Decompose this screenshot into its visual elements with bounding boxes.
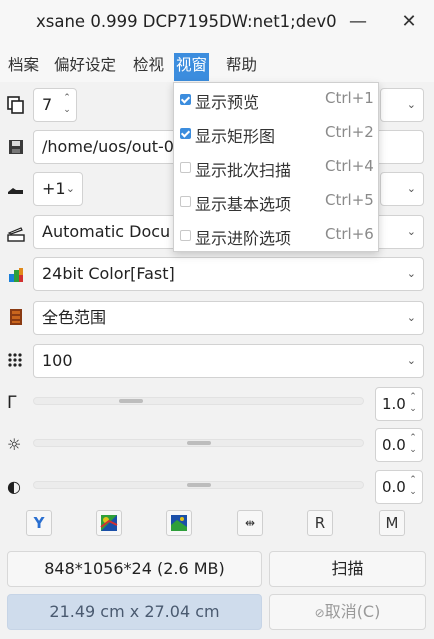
auto-enhance-button[interactable] [96,510,122,536]
restore-button[interactable]: R [307,510,333,536]
step-value: +1 [42,179,66,198]
menu-item-shortcut: Ctrl+4 [325,157,374,175]
contrast-stepper[interactable]: ⌃ ⌄ [407,474,419,500]
menu-item-shortcut: Ctrl+5 [325,191,374,209]
chevron-down-icon: ⌄ [406,182,416,195]
checkbox-icon [180,162,191,173]
cancel-button[interactable]: ⊘取消(C) [269,594,426,630]
menu-item-shortcut: Ctrl+2 [325,123,374,141]
color-range-icon [10,309,22,325]
xsane-window: xsane 0.999 DCP7195DW:net1;dev0 — ✕ 档案 偏… [0,0,434,639]
menu-item-label: 显示预览 [195,93,260,112]
scan-button[interactable]: 扫描 [269,551,426,587]
brightness-value-input[interactable]: 0.0 ⌃ ⌄ [375,428,423,462]
close-button[interactable]: ✕ [397,10,421,34]
color-range-value: 全色范围 [42,308,107,327]
cancel-icon: ⊘ [314,606,325,620]
default-image-icon [171,515,187,531]
contrast-value: 0.0 [382,478,406,496]
color-mode-icon [9,268,23,282]
resolution-value: 100 [42,351,73,370]
menu-file[interactable]: 档案 [6,53,41,81]
gamma-slider[interactable] [33,397,364,405]
menu-window[interactable]: 视窗 [174,53,210,81]
gamma-icon: Γ [7,393,17,413]
floppy-save-icon[interactable] [7,138,25,156]
menu-item-shortcut: Ctrl+6 [325,225,374,243]
menu-preferences[interactable]: 偏好设定 [52,53,118,81]
color-range-combo[interactable]: 全色范围 ⌄ [33,301,424,335]
step-increment-icon [8,188,23,194]
chevron-down-icon: ⌄ [406,267,416,280]
gamma-value: 1.0 [382,395,406,413]
minimize-button[interactable]: — [346,10,370,34]
step-combo[interactable]: +1 ⌄ [33,172,83,206]
menu-item-label: 显示矩形图 [195,127,276,146]
contrast-slider[interactable] [33,481,364,489]
enhance-image-icon [100,515,118,531]
checkbox-icon [180,128,191,139]
step-option-combo[interactable]: ⌄ [380,172,424,206]
scanner-source-icon [7,227,25,242]
menu-item-show-preview[interactable]: 显示预览 Ctrl+1 [174,83,378,117]
brightness-value: 0.0 [382,436,406,454]
dimensions-label: 21.49 cm x 27.04 cm [7,594,262,630]
menu-item-label: 显示批次扫描 [195,161,292,180]
menu-bar: 档案 偏好设定 检视 视窗 帮助 [0,46,434,82]
copies-option-combo[interactable]: ⌄ [380,88,424,122]
copies-value: 7 [42,95,53,114]
negative-toggle-button[interactable]: ⇹ [237,510,263,536]
gamma-slider-handle[interactable] [119,399,143,403]
gamma-stepper[interactable]: ⌃ ⌄ [407,391,419,417]
menu-item-show-advanced-options[interactable]: 显示进阶选项 Ctrl+6 [174,219,378,253]
copies-spinbox[interactable]: 7 ⌃ ⌄ [33,88,77,122]
menu-item-shortcut: Ctrl+1 [325,89,374,107]
window-title: xsane 0.999 DCP7195DW:net1;dev0 [36,12,337,31]
store-button[interactable]: M [379,510,405,536]
copies-icon [7,96,24,114]
contrast-value-input[interactable]: 0.0 ⌃ ⌄ [375,470,423,504]
menu-help[interactable]: 帮助 [224,53,259,81]
brightness-slider-handle[interactable] [187,441,211,445]
rgb-default-button[interactable]: Y [26,510,52,536]
checkbox-icon [180,230,191,241]
menu-item-label: 显示基本选项 [195,195,292,214]
scan-mode-value: 24bit Color[Fast] [42,264,175,283]
chevron-down-icon: ⌄ [65,182,75,195]
scan-mode-combo[interactable]: 24bit Color[Fast] ⌄ [33,257,424,291]
default-enhance-button[interactable] [166,510,192,536]
title-bar[interactable]: xsane 0.999 DCP7195DW:net1;dev0 — ✕ [0,0,434,46]
brightness-slider[interactable] [33,439,364,447]
scan-source-value: Automatic Docu [42,222,171,241]
cancel-label: 取消(C) [324,602,381,621]
menu-view[interactable]: 检视 [131,53,166,81]
gamma-value-input[interactable]: 1.0 ⌃ ⌄ [375,387,423,421]
resolution-combo[interactable]: 100 ⌄ [33,344,424,378]
resolution-icon [8,353,22,367]
menu-item-show-standard-options[interactable]: 显示基本选项 Ctrl+5 [174,185,378,219]
menu-item-label: 显示进阶选项 [195,229,292,248]
brightness-stepper[interactable]: ⌃ ⌄ [407,432,419,458]
menu-item-show-histogram[interactable]: 显示矩形图 Ctrl+2 [174,117,378,151]
window-menu-dropdown: 显示预览 Ctrl+1 显示矩形图 Ctrl+2 显示批次扫描 Ctrl+4 显… [173,82,379,252]
menu-item-show-batch-scan[interactable]: 显示批次扫描 Ctrl+4 [174,151,378,185]
brightness-icon: ☼ [7,435,22,454]
chevron-down-icon: ⌄ [406,311,416,324]
copies-stepper[interactable]: ⌃ ⌄ [61,92,73,118]
contrast-icon: ◐ [7,477,21,496]
checkbox-icon [180,94,191,105]
checkbox-icon [180,196,191,207]
chevron-down-icon: ⌄ [406,98,416,111]
chevron-down-icon: ⌄ [406,225,416,238]
contrast-slider-handle[interactable] [187,483,211,487]
image-info-label: 848*1056*24 (2.6 MB) [7,551,262,587]
chevron-down-icon: ⌄ [406,354,416,367]
filename-value: /home/uos/out-0 [42,137,174,156]
